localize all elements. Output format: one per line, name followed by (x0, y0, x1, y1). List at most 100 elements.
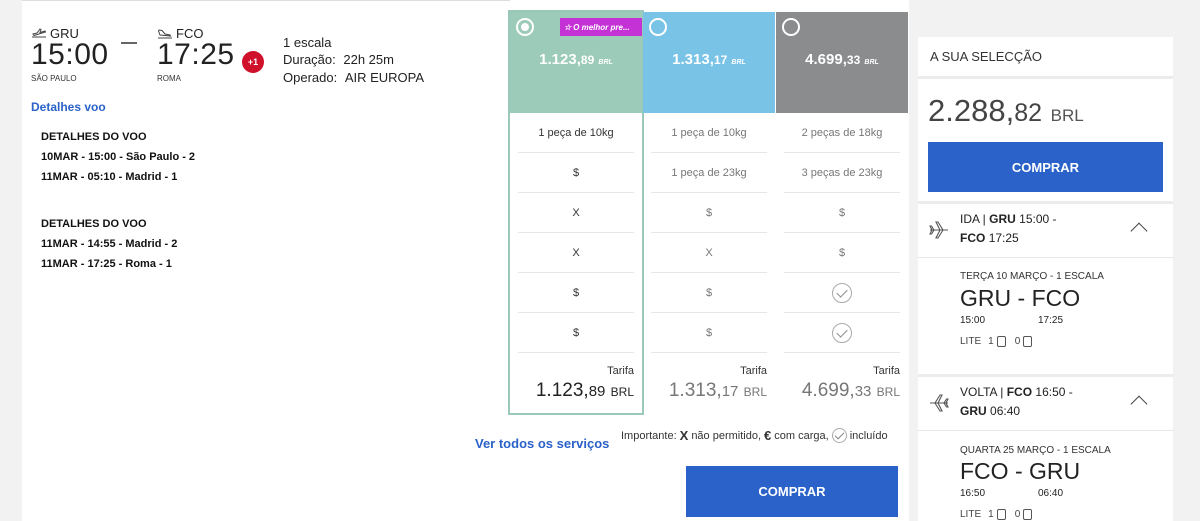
flight-details-link[interactable]: Detalhes voo (31, 100, 106, 114)
fare-total: Tarifa 1.313,17 BRL (651, 353, 767, 413)
details-line: 11MAR - 14:55 - Madrid - 2 (41, 238, 177, 250)
cabin-bag-icon (996, 509, 1006, 520)
return-depart-time: 16:50 (960, 488, 986, 499)
details-text: - 15:00 - São Paulo - 2 (78, 151, 196, 163)
fare-total-label: Tarifa (607, 365, 634, 377)
day-offset-badge: +1 (242, 51, 264, 73)
fare-cell: 3 peças de 23kg (784, 153, 900, 193)
fare-cell: 1 peça de 10kg (651, 113, 767, 153)
fare-cell: $ (518, 273, 634, 313)
suitcase-icon (1023, 336, 1033, 347)
operator-value: AIR EUROPA (344, 70, 425, 85)
fare-cell: $ (651, 273, 767, 313)
not-allowed-icon: X (679, 428, 689, 443)
fare-cell: 2 peças de 18kg (784, 113, 900, 153)
selection-sidebar: A SUA SELECÇÃO 2.288,82 BRL COMPRAR IDA … (918, 37, 1173, 521)
cabin-bag-icon (996, 336, 1006, 347)
return-leg-header[interactable]: VOLTA | FCO 16:50 - GRU 06:40 (918, 376, 1173, 431)
fare-total-amount: 1.313,17 BRL (668, 380, 767, 401)
sidebar-title: A SUA SELECÇÃO (930, 49, 1042, 64)
best-price-badge: ☆ O melhor pre... (560, 18, 642, 36)
fare-header[interactable]: 1.313,17 BRL (643, 12, 775, 113)
fare-header[interactable]: 4.699,33 BRL (776, 12, 908, 113)
fare-cell: X (518, 233, 634, 273)
fare-total-label: Tarifa (873, 365, 900, 377)
plane-icon (930, 394, 949, 412)
fare-features: 1 peça de 10kg $ X X $ $ Tarifa 1.123,89… (510, 113, 642, 413)
see-all-services-link[interactable]: Ver todos os serviços (475, 436, 609, 451)
fare-column-2[interactable]: 1.313,17 BRL 1 peça de 10kg 1 peça de 23… (643, 12, 775, 413)
fare-cell (784, 313, 900, 353)
fare-cell: X (651, 233, 767, 273)
fare-cell: $ (784, 233, 900, 273)
outbound-leg-header[interactable]: IDA | GRU 15:00 - FCO 17:25 (918, 203, 1173, 258)
fare-cell: 1 peça de 10kg (518, 113, 634, 153)
details-text: - 14:55 - Madrid - 2 (77, 238, 178, 250)
fare-cell: $ (784, 193, 900, 233)
legend-charged: com carga, (774, 429, 829, 442)
return-arrive-time: 06:40 (1038, 488, 1064, 499)
details-text: - 17:25 - Roma - 1 (77, 258, 172, 270)
fare-column-1[interactable]: ☆ O melhor pre... 1.123,89 BRL 1 peça de… (510, 12, 642, 413)
stops-info: 1 escala (283, 35, 332, 50)
fare-cell: $ (651, 193, 767, 233)
details-line: 11MAR - 17:25 - Roma - 1 (41, 258, 172, 270)
buy-button[interactable]: COMPRAR (686, 466, 898, 517)
fare-total-amount: 4.699,33 BRL (801, 380, 900, 401)
euro-icon: € (764, 428, 772, 443)
outbound-arrive-time: 17:25 (1038, 315, 1064, 326)
return-line-2: GRU 06:40 (960, 404, 1021, 418)
fare-radio-2[interactable] (649, 18, 667, 36)
origin-city: SÃO PAULO (31, 74, 77, 83)
fare-total: Tarifa 1.123,89 BRL (518, 353, 634, 413)
outbound-route: GRU - FCO (960, 285, 1081, 311)
return-route: FCO - GRU (960, 458, 1081, 484)
divider (918, 76, 1173, 79)
fare-legend: Importante: X não permitido, € com carga… (621, 428, 888, 443)
fare-column-3[interactable]: 4.699,33 BRL 2 peças de 18kg 3 peças de … (776, 12, 908, 413)
best-price-label: O melhor pre... (573, 22, 630, 32)
fare-radio-1[interactable] (516, 18, 534, 36)
details-date: 11MAR (41, 258, 78, 270)
outbound-depart-time: 15:00 (960, 315, 986, 326)
return-date: QUARTA 25 MARÇO - 1 ESCALA (960, 445, 1111, 456)
fare-cell (784, 273, 900, 313)
plane-icon (929, 221, 948, 239)
chevron-up-icon[interactable] (1130, 222, 1148, 240)
check-circle-icon (832, 322, 852, 343)
sidebar-total: 2.288,82 BRL (928, 93, 1084, 128)
outbound-baggage: LITE 1 0 (960, 336, 1038, 347)
fare-total-amount: 1.123,89 BRL (535, 380, 634, 401)
chevron-up-icon[interactable] (1130, 395, 1148, 413)
fare-header[interactable]: ☆ O melhor pre... 1.123,89 BRL (510, 12, 642, 113)
route-dash (121, 42, 137, 44)
fare-features: 1 peça de 10kg 1 peça de 23kg $ X $ $ Ta… (643, 113, 775, 413)
return-line-1: VOLTA | FCO 16:50 - (960, 385, 1073, 399)
return-baggage: LITE 1 0 (960, 509, 1038, 520)
duration-info: Duração: 22h 25m (283, 52, 394, 67)
fare-total-label: Tarifa (740, 365, 767, 377)
fare-cell: 1 peça de 23kg (651, 153, 767, 193)
operator-info: Operado: AIR EUROPA (283, 70, 424, 85)
fare-price: 1.313,17 BRL (672, 51, 746, 68)
star-icon: ☆ (564, 22, 572, 32)
fare-radio-3[interactable] (782, 18, 800, 36)
duration-label: Duração: (283, 52, 336, 67)
outbound-date: TERÇA 10 MARÇO - 1 ESCALA (960, 271, 1104, 282)
fare-total: Tarifa 4.699,33 BRL (784, 353, 900, 413)
legend-included: incluído (849, 429, 888, 442)
outbound-line-2: FCO 17:25 (960, 231, 1019, 245)
legend-not-allowed: não permitido, (691, 429, 762, 442)
details-line: 10MAR - 15:00 - São Paulo - 2 (41, 151, 195, 163)
details-text: - 05:10 - Madrid - 1 (77, 171, 178, 183)
details-line: 11MAR - 05:10 - Madrid - 1 (41, 171, 177, 183)
duration-value: 22h 25m (343, 52, 394, 67)
details-title: DETALHES DO VOO (41, 131, 147, 143)
fare-features: 2 peças de 18kg 3 peças de 23kg $ $ Tari… (776, 113, 908, 413)
details-date: 11MAR (41, 238, 78, 250)
fare-cell: $ (518, 313, 634, 353)
operator-label: Operado: (283, 70, 338, 85)
fare-price: 4.699,33 BRL (805, 51, 879, 68)
sidebar-buy-button[interactable]: COMPRAR (928, 142, 1163, 192)
fare-cell: $ (518, 153, 634, 193)
